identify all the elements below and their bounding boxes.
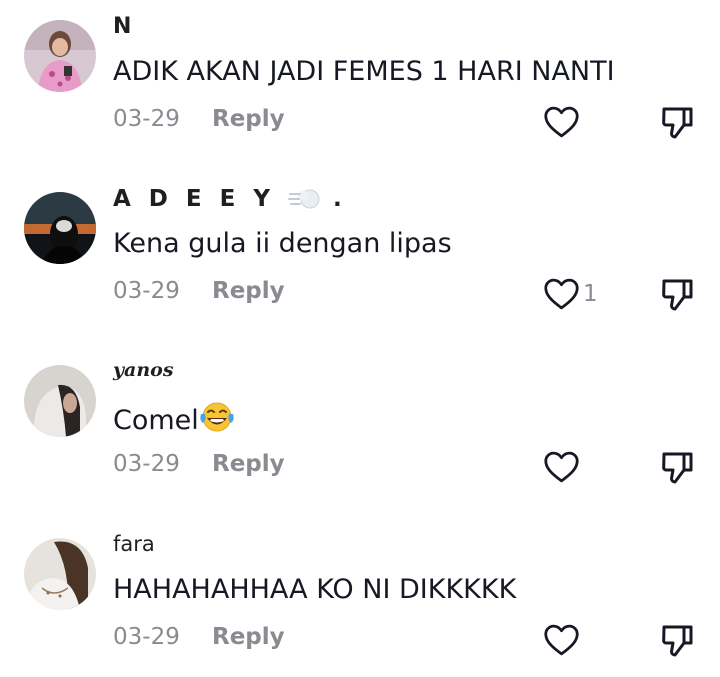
comment-date: 03-29 — [113, 106, 180, 132]
like-button[interactable] — [543, 449, 583, 485]
avatar[interactable] — [24, 20, 96, 92]
dashing-away-icon — [288, 189, 320, 209]
comment-list: N ADIK AKAN JADI FEMES 1 HARI NANTI 03-2… — [0, 0, 720, 677]
reply-button[interactable]: Reply — [212, 106, 285, 132]
comment-item: yanos Comel 03-29 Reply — [0, 345, 720, 485]
heart-outline-icon — [544, 278, 579, 310]
face-with-tears-of-joy-icon — [200, 402, 234, 432]
reply-button[interactable]: Reply — [212, 624, 285, 650]
thumbs-down-icon — [662, 107, 693, 139]
reply-button[interactable]: Reply — [212, 278, 285, 304]
comment-item: A D E E Y . Kena gula ii dengan lipas 03… — [0, 172, 720, 312]
avatar-image — [24, 20, 96, 92]
dislike-button[interactable] — [659, 622, 695, 658]
comment-text: HAHAHAHHAA KO NI DIKKKKK — [113, 574, 517, 605]
dislike-button[interactable] — [659, 104, 695, 140]
like-button[interactable]: 1 — [543, 276, 598, 312]
comment-text: Kena gula ii dengan lipas — [113, 228, 452, 259]
avatar-image — [24, 538, 96, 610]
comment-item: fara HAHAHAHHAA KO NI DIKKKKK 03-29 Repl… — [0, 518, 720, 658]
heart-outline-icon — [544, 624, 579, 656]
comment-date: 03-29 — [113, 624, 180, 650]
thumbs-down-icon — [662, 625, 693, 657]
dislike-button[interactable] — [659, 449, 695, 485]
avatar[interactable] — [24, 192, 96, 264]
comment-item: N ADIK AKAN JADI FEMES 1 HARI NANTI 03-2… — [0, 0, 720, 140]
like-button[interactable] — [543, 622, 583, 658]
comment-date: 03-29 — [113, 451, 180, 477]
dislike-button[interactable] — [659, 276, 695, 312]
username-text: A D E E Y — [113, 186, 275, 212]
comment-text: ADIK AKAN JADI FEMES 1 HARI NANTI — [113, 56, 615, 87]
avatar[interactable] — [24, 365, 96, 437]
username-suffix: . — [333, 186, 347, 212]
like-count: 1 — [583, 281, 598, 307]
reply-button[interactable]: Reply — [212, 451, 285, 477]
avatar-image — [24, 365, 96, 437]
like-button[interactable] — [543, 104, 583, 140]
avatar[interactable] — [24, 538, 96, 610]
heart-outline-icon — [544, 106, 579, 138]
comment-username[interactable]: A D E E Y . — [113, 186, 347, 212]
thumbs-down-icon — [662, 452, 693, 484]
comment-date: 03-29 — [113, 278, 180, 304]
comment-text-content: Comel — [113, 405, 199, 436]
comment-username[interactable]: yanos — [113, 359, 174, 381]
comment-username[interactable]: fara — [113, 532, 155, 556]
heart-outline-icon — [544, 451, 579, 483]
thumbs-down-icon — [662, 279, 693, 311]
comment-username[interactable]: N — [113, 14, 131, 39]
comment-text: Comel — [113, 401, 235, 436]
avatar-image — [24, 192, 96, 264]
